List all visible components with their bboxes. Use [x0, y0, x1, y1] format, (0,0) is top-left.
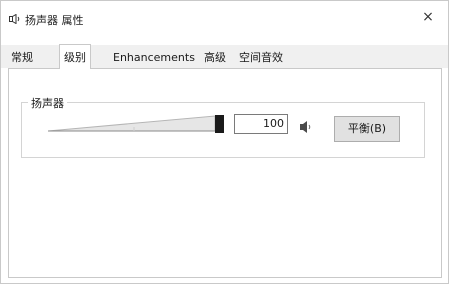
title-bar: 扬声器 属性	[1, 1, 448, 37]
balance-button[interactable]: 平衡(B)	[334, 116, 400, 142]
tab-spatial-sound[interactable]: 空间音效	[235, 47, 287, 68]
tab-enhancements[interactable]: Enhancements	[109, 47, 199, 68]
close-icon: ×	[422, 9, 434, 25]
speaker-volume-icon[interactable]	[298, 119, 316, 135]
volume-slider[interactable]	[47, 114, 221, 133]
close-button[interactable]: ×	[408, 1, 448, 33]
speaker-icon	[9, 13, 21, 25]
tab-advanced[interactable]: 高级	[200, 47, 230, 68]
tab-levels[interactable]: 级别	[59, 44, 91, 69]
window-title: 扬声器 属性	[25, 14, 84, 27]
tab-general[interactable]: 常规	[7, 47, 37, 68]
properties-window: 扬声器 属性 × 常规 级别 Enhancements 高级 空间音效 扬声器 …	[0, 0, 449, 284]
levels-panel	[8, 68, 442, 278]
speaker-group-label: 扬声器	[28, 95, 67, 111]
volume-slider-thumb[interactable]	[215, 115, 224, 133]
volume-value-field[interactable]: 100	[234, 114, 288, 134]
